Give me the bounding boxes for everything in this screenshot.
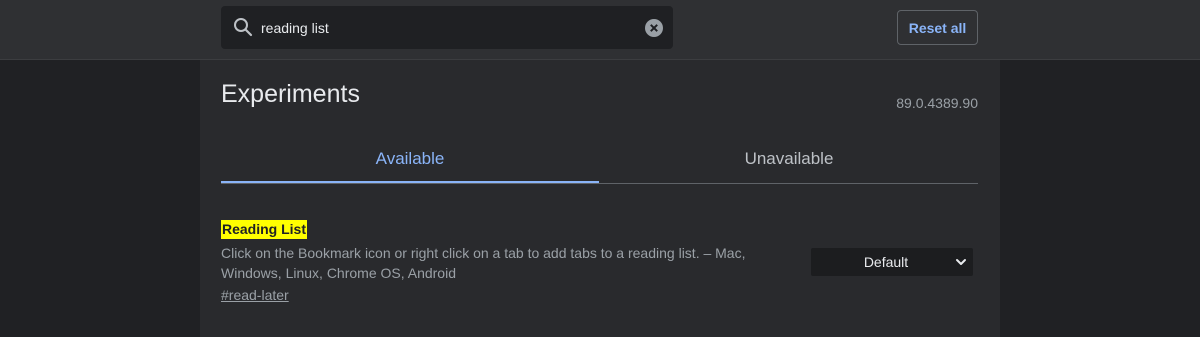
search-icon <box>234 18 253 37</box>
search-input[interactable] <box>261 6 631 49</box>
reset-all-button[interactable]: Reset all <box>897 10 978 45</box>
experiment-permalink[interactable]: #read-later <box>221 287 289 303</box>
experiment-description: Click on the Bookmark icon or right clic… <box>221 245 746 281</box>
close-icon[interactable] <box>645 19 663 37</box>
experiment-item: Reading List Click on the Bookmark icon … <box>221 220 978 310</box>
top-bar: Reset all <box>0 0 1200 60</box>
search-box[interactable] <box>221 6 673 49</box>
version-label: 89.0.4389.90 <box>896 95 978 111</box>
tab-unavailable[interactable]: Unavailable <box>600 136 978 182</box>
chevron-down-icon <box>956 259 966 265</box>
tab-available[interactable]: Available <box>221 136 599 183</box>
page-title: Experiments <box>221 80 360 108</box>
experiment-state-select[interactable]: Default <box>811 248 973 276</box>
select-value: Default <box>863 254 909 270</box>
experiment-name: Reading List <box>221 220 308 239</box>
experiments-panel: Experiments 89.0.4389.90 Available Unava… <box>200 60 1000 337</box>
tab-bar: Available Unavailable <box>221 136 978 184</box>
